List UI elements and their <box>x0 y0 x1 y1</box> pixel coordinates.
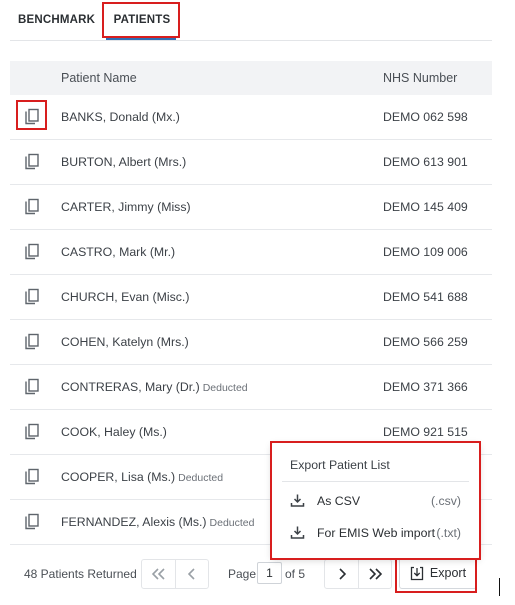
nhs-number: DEMO 109 006 <box>383 245 468 259</box>
patient-name-text: CHURCH, Evan (Misc.) <box>61 290 190 304</box>
patient-name[interactable]: COHEN, Katelyn (Mrs.) <box>61 335 189 349</box>
download-icon <box>290 526 305 539</box>
export-menu-divider <box>282 481 469 482</box>
page-count-label: of 5 <box>285 567 306 581</box>
deducted-badge: Deducted <box>178 472 224 484</box>
column-header-patient-name[interactable]: Patient Name <box>61 71 137 85</box>
download-icon <box>290 494 305 507</box>
file-download-icon <box>410 566 424 580</box>
copy-icon[interactable] <box>23 333 41 351</box>
chevron-left-icon <box>188 568 195 580</box>
nhs-number: DEMO 613 901 <box>383 155 468 169</box>
copy-icon[interactable] <box>23 153 41 171</box>
patient-name[interactable]: CONTRERAS, Mary (Dr.) Deducted <box>61 380 248 394</box>
patient-name-text: BANKS, Donald (Mx.) <box>61 110 180 124</box>
page-number-input[interactable] <box>257 562 282 584</box>
double-chevron-left-icon <box>151 568 165 580</box>
nhs-number: DEMO 371 366 <box>383 380 468 394</box>
patient-name-text: COHEN, Katelyn (Mrs.) <box>61 335 189 349</box>
copy-icon[interactable] <box>23 378 41 396</box>
last-page-button[interactable] <box>358 560 391 588</box>
export-button-label: Export <box>429 566 467 580</box>
export-item-label: For EMIS Web import <box>317 526 435 540</box>
nhs-number: DEMO 566 259 <box>383 335 468 349</box>
active-tab-indicator <box>106 38 176 40</box>
table-row[interactable]: CARTER, Jimmy (Miss) DEMO 145 409 <box>10 185 492 230</box>
copy-icon[interactable] <box>23 243 41 261</box>
tab-patients[interactable]: PATIENTS <box>102 0 182 40</box>
nhs-number: DEMO 921 515 <box>383 425 468 439</box>
patient-name-text: COOK, Haley (Ms.) <box>61 425 167 439</box>
column-header-nhs-number[interactable]: NHS Number <box>383 71 457 85</box>
table-row[interactable]: CONTRERAS, Mary (Dr.) Deducted DEMO 371 36… <box>10 365 492 410</box>
tab-bar: BENCHMARK PATIENTS <box>10 0 492 41</box>
patient-name-text: COOPER, Lisa (Ms.) <box>61 470 176 484</box>
export-item-extension: (.txt) <box>436 526 461 540</box>
patient-name-text: BURTON, Albert (Mrs.) <box>61 155 187 169</box>
page-label: Page <box>228 567 257 581</box>
chevron-right-icon <box>338 568 346 580</box>
patient-name[interactable]: BURTON, Albert (Mrs.) <box>61 155 186 169</box>
previous-page-button[interactable] <box>175 560 208 588</box>
table-row[interactable]: BANKS, Donald (Mx.) DEMO 062 598 <box>10 95 492 140</box>
copy-icon[interactable] <box>23 288 41 306</box>
patient-name[interactable]: FERNANDEZ, Alexis (Ms.) Deducted <box>61 515 254 529</box>
text-cursor <box>499 578 500 596</box>
table-footer: 48 Patients Returned Page of 5 Export <box>10 556 492 594</box>
patient-name[interactable]: CASTRO, Mark (Mr.) <box>61 245 175 259</box>
table-row[interactable]: CHURCH, Evan (Misc.) DEMO 541 688 <box>10 275 492 320</box>
patient-name-text: CONTRERAS, Mary (Dr.) <box>61 380 200 394</box>
table-row[interactable]: BURTON, Albert (Mrs.) DEMO 613 901 <box>10 140 492 185</box>
table-header: Patient Name NHS Number <box>10 61 492 95</box>
patient-name[interactable]: CARTER, Jimmy (Miss) <box>61 200 191 214</box>
patient-name[interactable]: COOPER, Lisa (Ms.) Deducted <box>61 470 223 484</box>
patient-name[interactable]: CHURCH, Evan (Misc.) <box>61 290 189 304</box>
table-row[interactable]: COHEN, Katelyn (Mrs.) DEMO 566 259 <box>10 320 492 365</box>
patient-name[interactable]: COOK, Haley (Ms.) <box>61 425 167 439</box>
first-page-button[interactable] <box>142 560 175 588</box>
double-chevron-right-icon <box>369 568 382 580</box>
patient-name-text: CASTRO, Mark (Mr.) <box>61 245 176 259</box>
deducted-badge: Deducted <box>202 382 248 394</box>
patients-returned-count: 48 Patients Returned <box>24 567 137 581</box>
export-item-label: As CSV <box>317 494 361 508</box>
copy-icon[interactable] <box>23 198 41 216</box>
nhs-number: DEMO 541 688 <box>383 290 468 304</box>
pager-next-group <box>324 559 392 589</box>
patient-name-text: CARTER, Jimmy (Miss) <box>61 200 191 214</box>
nhs-number: DEMO 062 598 <box>383 110 468 124</box>
export-for-emis-item[interactable]: For EMIS Web import (.txt) <box>282 518 469 548</box>
export-item-extension: (.csv) <box>430 494 461 508</box>
patient-name-text: FERNANDEZ, Alexis (Ms.) <box>61 515 207 529</box>
export-button[interactable]: Export <box>399 557 477 589</box>
copy-icon[interactable] <box>23 468 41 486</box>
next-page-button[interactable] <box>325 560 358 588</box>
copy-icon[interactable] <box>23 108 41 126</box>
tab-benchmark[interactable]: BENCHMARK <box>18 0 108 40</box>
export-menu: Export Patient List As CSV (.csv) For EM… <box>272 443 479 558</box>
deducted-badge: Deducted <box>209 517 255 529</box>
table-row[interactable]: CASTRO, Mark (Mr.) DEMO 109 006 <box>10 230 492 275</box>
patient-name[interactable]: BANKS, Donald (Mx.) <box>61 110 180 124</box>
nhs-number: DEMO 145 409 <box>383 200 468 214</box>
export-menu-title: Export Patient List <box>290 458 390 472</box>
export-as-csv-item[interactable]: As CSV (.csv) <box>282 486 469 516</box>
copy-icon[interactable] <box>23 513 41 531</box>
copy-icon[interactable] <box>23 423 41 441</box>
pager-prev-group <box>141 559 209 589</box>
